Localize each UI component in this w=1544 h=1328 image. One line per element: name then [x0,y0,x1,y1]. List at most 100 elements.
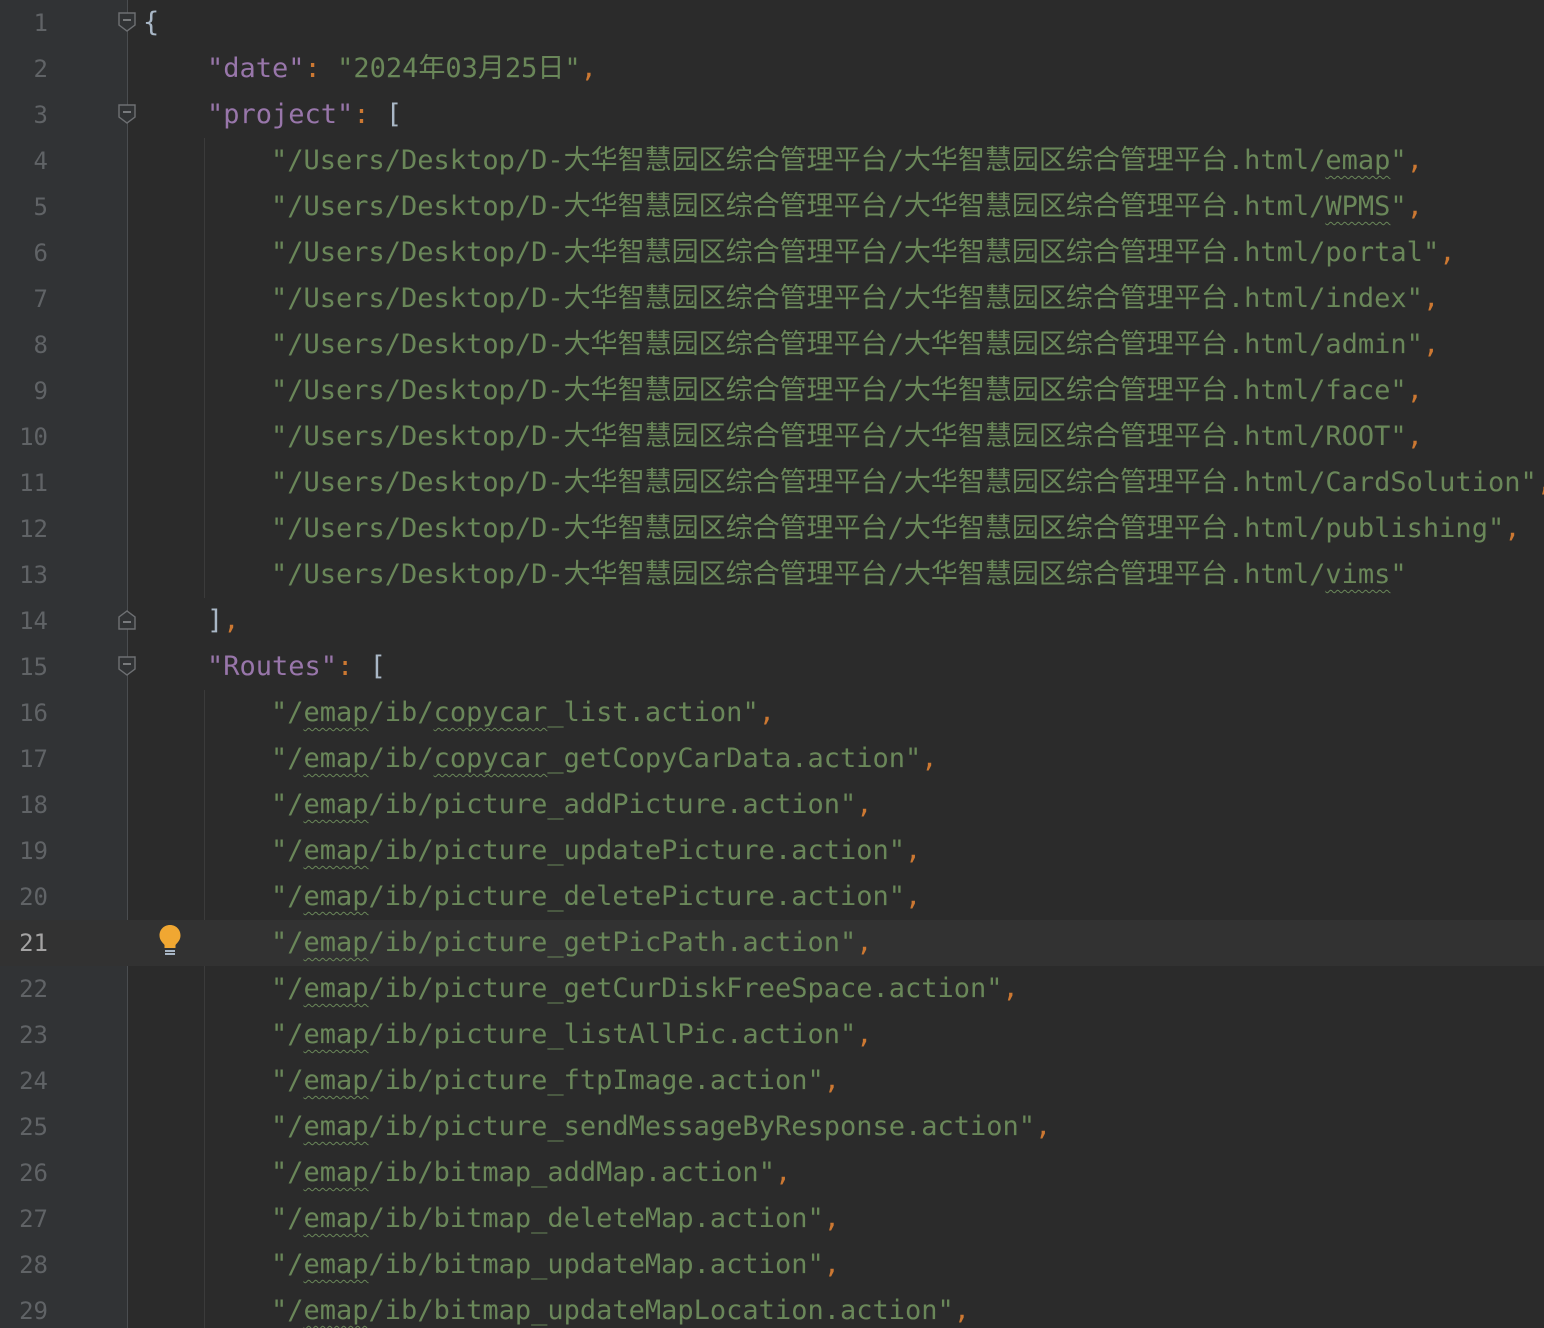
comma: , [856,1019,873,1050]
project-name: ROOT [1325,421,1391,452]
line-number: 22 [19,975,48,1003]
code-content: "/emap/ib/picture_ftpImage.action", [271,1058,840,1104]
project-name: CardSolution [1325,467,1521,498]
route-prefix: "/ [271,743,304,774]
code-line[interactable]: 11 "/Users/Desktop/D-大华智慧园区综合管理平台/大华智慧园区综… [0,460,1544,506]
route-ib: /ib/ [368,1065,434,1096]
comma: , [1504,513,1521,544]
code-content: "/emap/ib/picture_deletePicture.action", [271,874,921,920]
code-content: "/emap/ib/picture_sendMessageByResponse.… [271,1104,1051,1150]
code-line[interactable]: 17 "/emap/ib/copycar_getCopyCarData.actio… [0,736,1544,782]
fold-marker-icon[interactable] [118,610,136,630]
route-ib: /ib/ [368,789,434,820]
project-name: portal [1325,237,1423,268]
route-prefix: "/ [271,835,304,866]
route-emap: emap [303,789,369,820]
code-content: "/emap/ib/picture_updatePicture.action", [271,828,921,874]
code-editor[interactable]: 1{2 "date": "2024年03月25日", 3 "project": [4 "… [0,0,1544,1328]
code-line[interactable]: 28 "/emap/ib/bitmap_updateMap.action", [0,1242,1544,1288]
comma: , [953,1295,971,1326]
line-number: 17 [19,745,48,773]
code-content: "Routes": [ [207,644,386,690]
code-line[interactable]: 13 "/Users/Desktop/D-大华智慧园区综合管理平台/大华智慧园区综… [0,552,1544,598]
code-line[interactable]: 15 "Routes": [ [0,644,1544,690]
quote: " [1406,329,1423,360]
code-line[interactable]: 3 "project": [ [0,92,1544,138]
code-line[interactable]: 16 "/emap/ib/copycar_list.action", [0,690,1544,736]
comma: , [1035,1111,1052,1142]
code-line[interactable]: 19 "/emap/ib/picture_updatePicture.action… [0,828,1544,874]
quote: " [1390,145,1407,176]
comma: , [1002,973,1019,1004]
line-number: 29 [19,1297,48,1325]
code-line[interactable]: 23 "/emap/ib/picture_listAllPic.action", [0,1012,1544,1058]
route-copycar: copycar [433,743,548,774]
fold-marker-icon[interactable] [118,12,136,32]
path-prefix: "/Users/Desktop/D-大华智慧园区综合管理平台/大华智慧园区综合管… [271,559,1326,590]
route-ib: /ib/ [368,697,434,728]
code-content: "/Users/Desktop/D-大华智慧园区综合管理平台/大华智慧园区综合管… [271,276,1439,322]
route-name: picture_updatePicture.action [433,835,889,866]
line-number: 28 [19,1251,48,1279]
code-content: "/emap/ib/bitmap_updateMapLocation.actio… [271,1288,970,1328]
code-line[interactable]: 5 "/Users/Desktop/D-大华智慧园区综合管理平台/大华智慧园区综合… [0,184,1544,230]
code-line[interactable]: 1{ [0,0,1544,46]
code-line[interactable]: 12 "/Users/Desktop/D-大华智慧园区综合管理平台/大华智慧园区综… [0,506,1544,552]
code-content: "/emap/ib/picture_getCurDiskFreeSpace.ac… [271,966,1019,1012]
code-line[interactable]: 26 "/emap/ib/bitmap_addMap.action", [0,1150,1544,1196]
code-line[interactable]: 20 "/emap/ib/picture_deletePicture.action… [0,874,1544,920]
code-line[interactable]: 7 "/Users/Desktop/D-大华智慧园区综合管理平台/大华智慧园区综合… [0,276,1544,322]
quote: " [888,881,905,912]
comma: , [905,835,922,866]
comma: , [1439,237,1456,268]
route-ib: /ib/ [368,1203,434,1234]
line-number: 18 [19,791,48,819]
route-prefix: "/ [271,1295,304,1326]
route-prefix: "/ [271,1019,304,1050]
json-key: "project" [207,99,354,130]
code-line[interactable]: 9 "/Users/Desktop/D-大华智慧园区综合管理平台/大华智慧园区综合… [0,368,1544,414]
code-line[interactable]: 14], [0,598,1544,644]
code-line[interactable]: 4 "/Users/Desktop/D-大华智慧园区综合管理平台/大华智慧园区综合… [0,138,1544,184]
open-bracket: [ [385,99,403,130]
route-ib: /ib/ [368,927,434,958]
code-content: "/emap/ib/copycar_list.action", [271,690,775,736]
code-line[interactable]: 29 "/emap/ib/bitmap_updateMapLocation.act… [0,1288,1544,1328]
path-prefix: "/Users/Desktop/D-大华智慧园区综合管理平台/大华智慧园区综合管… [271,237,1326,268]
code-line[interactable]: 8 "/Users/Desktop/D-大华智慧园区综合管理平台/大华智慧园区综合… [0,322,1544,368]
quote: " [1018,1111,1036,1142]
code-line[interactable]: 27 "/emap/ib/bitmap_deleteMap.action", [0,1196,1544,1242]
line-number: 13 [19,561,48,589]
colon: : [353,99,386,130]
project-name: index [1325,283,1407,314]
lightbulb-icon[interactable] [158,924,182,958]
code-content: "/Users/Desktop/D-大华智慧园区综合管理平台/大华智慧园区综合管… [271,184,1423,230]
route-ib: /ib/ [368,835,434,866]
code-line[interactable]: 25 "/emap/ib/picture_sendMessageByRespons… [0,1104,1544,1150]
fold-marker-icon[interactable] [118,656,136,676]
code-line[interactable]: 21 "/emap/ib/picture_getPicPath.action", [0,920,1544,966]
comma: , [774,1157,792,1188]
fold-marker-icon[interactable] [118,104,136,124]
route-emap: emap [303,1249,369,1280]
code-content: "/emap/ib/bitmap_addMap.action", [271,1150,791,1196]
code-line[interactable]: 22 "/emap/ib/picture_getCurDiskFreeSpace.… [0,966,1544,1012]
path-prefix: "/Users/Desktop/D-大华智慧园区综合管理平台/大华智慧园区综合管… [271,375,1326,406]
code-line[interactable]: 2 "date": "2024年03月25日", [0,46,1544,92]
code-line[interactable]: 18 "/emap/ib/picture_addPicture.action", [0,782,1544,828]
code-content: "date": "2024年03月25日", [207,46,597,92]
project-name: emap [1325,145,1391,176]
path-prefix: "/Users/Desktop/D-大华智慧园区综合管理平台/大华智慧园区综合管… [271,329,1326,360]
route-prefix: "/ [271,697,304,728]
route-prefix: "/ [271,927,304,958]
code-content: "/Users/Desktop/D-大华智慧园区综合管理平台/大华智慧园区综合管… [271,414,1423,460]
path-prefix: "/Users/Desktop/D-大华智慧园区综合管理平台/大华智慧园区综合管… [271,421,1326,452]
code-line[interactable]: 10 "/Users/Desktop/D-大华智慧园区综合管理平台/大华智慧园区综… [0,414,1544,460]
route-emap: emap [303,1065,369,1096]
code-line[interactable]: 24 "/emap/ib/picture_ftpImage.action", [0,1058,1544,1104]
line-number: 24 [19,1067,48,1095]
code-content: "/Users/Desktop/D-大华智慧园区综合管理平台/大华智慧园区综合管… [271,322,1439,368]
code-line[interactable]: 6 "/Users/Desktop/D-大华智慧园区综合管理平台/大华智慧园区综合… [0,230,1544,276]
code-content: "/emap/ib/bitmap_updateMap.action", [271,1242,840,1288]
route-name: _getCopyCarData.action [547,743,905,774]
